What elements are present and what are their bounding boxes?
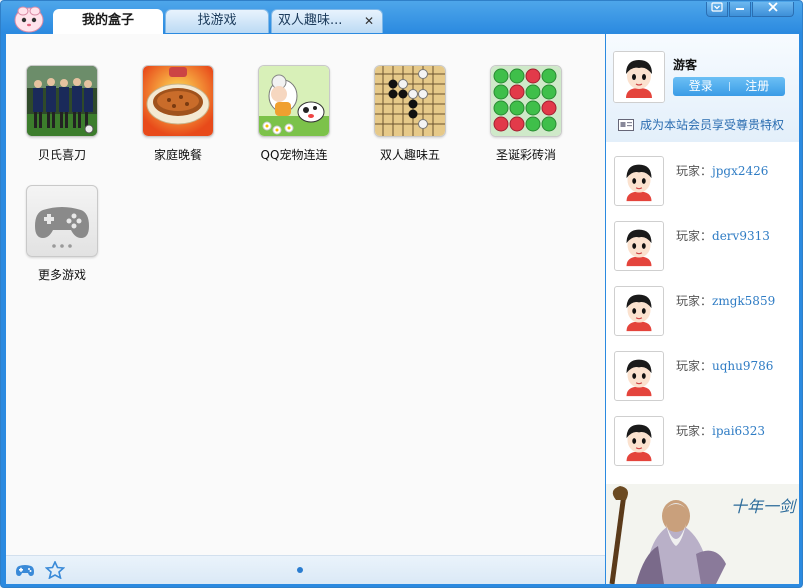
username: 游客	[673, 58, 698, 72]
app-window: 我的盒子 找游戏 双人趣味... ✕ 贝氏喜刀 家庭晚餐 QQ宠物连连 双人趣味…	[0, 0, 803, 588]
avatar[interactable]	[614, 221, 664, 271]
window-controls	[705, 2, 794, 18]
avatar[interactable]	[614, 416, 664, 466]
player-info: 玩家：ipai6323	[676, 422, 765, 439]
member-card-icon	[618, 119, 634, 131]
list-item[interactable]: 玩家：derv9313	[614, 221, 799, 273]
ad-banner[interactable]: 十年一剑	[606, 484, 799, 584]
pizza-dish-image[interactable]	[142, 65, 214, 137]
pet-animals-image[interactable]	[258, 65, 330, 137]
close-icon[interactable]	[752, 2, 794, 17]
game-name: 圣诞彩砖消	[495, 148, 556, 162]
avatar[interactable]	[614, 286, 664, 336]
game-item[interactable]: 双人趣味五	[362, 65, 458, 163]
list-item[interactable]: 玩家：uqhu9786	[614, 351, 799, 403]
game-name: 家庭晚餐	[153, 148, 202, 162]
game-grid-area: 贝氏喜刀 家庭晚餐 QQ宠物连连 双人趣味五 圣诞彩砖消 更多游戏	[6, 34, 605, 584]
gamepad-icon[interactable]	[15, 561, 35, 579]
app-logo-icon	[14, 6, 44, 33]
page-indicator-dot[interactable]	[297, 567, 303, 573]
minimize-icon[interactable]	[729, 2, 751, 17]
player-prefix: 玩家：	[676, 294, 713, 308]
login-button[interactable]: 登录	[673, 77, 729, 96]
player-info: 玩家：uqhu9786	[676, 357, 773, 374]
player-prefix: 玩家：	[676, 164, 713, 178]
game-item[interactable]: 家庭晚餐	[130, 65, 226, 163]
player-name[interactable]: ipai6323	[712, 424, 765, 438]
auth-buttons: 登录 注册	[673, 77, 785, 96]
star-icon[interactable]	[45, 561, 65, 579]
player-prefix: 玩家：	[676, 359, 713, 373]
game-item[interactable]: QQ宠物连连	[246, 65, 342, 163]
game-name: 双人趣味五	[379, 148, 440, 162]
soccer-team-image[interactable]	[26, 65, 98, 137]
user-panel: 游客 登录 注册 成为本站会员享受尊贵特权	[606, 34, 799, 142]
tab-close-icon[interactable]: ✕	[364, 10, 374, 32]
tab-my-box[interactable]: 我的盒子	[53, 9, 163, 35]
menu-icon[interactable]	[706, 2, 728, 17]
avatar[interactable]	[613, 51, 665, 103]
gamepad-icon[interactable]	[26, 185, 98, 257]
game-name: 贝氏喜刀	[37, 148, 86, 162]
list-item[interactable]: 玩家：jpgx2426	[614, 156, 799, 208]
avatar[interactable]	[614, 351, 664, 401]
player-prefix: 玩家：	[676, 229, 713, 243]
game-item[interactable]: 圣诞彩砖消	[478, 65, 574, 163]
tab-gomoku[interactable]: 双人趣味... ✕	[271, 9, 383, 33]
player-name[interactable]: zmgk5859	[712, 294, 775, 308]
vip-link[interactable]: 成为本站会员享受尊贵特权	[618, 116, 784, 133]
colored-balls-image[interactable]	[490, 65, 562, 137]
game-item[interactable]: 更多游戏	[14, 185, 110, 283]
game-name: QQ宠物连连	[260, 148, 328, 162]
old-sage-image: 十年一剑	[606, 484, 799, 584]
tab-gomoku-label: 双人趣味...	[278, 13, 343, 28]
list-item[interactable]: 玩家：ipai6323	[614, 416, 799, 468]
avatar[interactable]	[614, 156, 664, 206]
player-name[interactable]: derv9313	[712, 229, 770, 243]
player-info: 玩家：jpgx2426	[676, 162, 768, 179]
svg-text:十年一剑: 十年一剑	[731, 497, 798, 516]
bottom-bar	[6, 555, 605, 584]
player-info: 玩家：zmgk5859	[676, 292, 775, 309]
gomoku-board-image[interactable]	[374, 65, 446, 137]
player-info: 玩家：derv9313	[676, 227, 770, 244]
sidebar: 游客 登录 注册 成为本站会员享受尊贵特权 玩家：jpgx2426 玩家：der…	[606, 34, 799, 584]
vip-text: 成为本站会员享受尊贵特权	[640, 118, 785, 132]
register-button[interactable]: 注册	[730, 77, 786, 96]
player-name[interactable]: jpgx2426	[712, 164, 768, 178]
game-item[interactable]: 贝氏喜刀	[14, 65, 110, 163]
player-name[interactable]: uqhu9786	[712, 359, 773, 373]
player-prefix: 玩家：	[676, 424, 713, 438]
game-name: 更多游戏	[37, 268, 86, 282]
tab-find-games[interactable]: 找游戏	[165, 9, 269, 33]
list-item[interactable]: 玩家：zmgk5859	[614, 286, 799, 338]
